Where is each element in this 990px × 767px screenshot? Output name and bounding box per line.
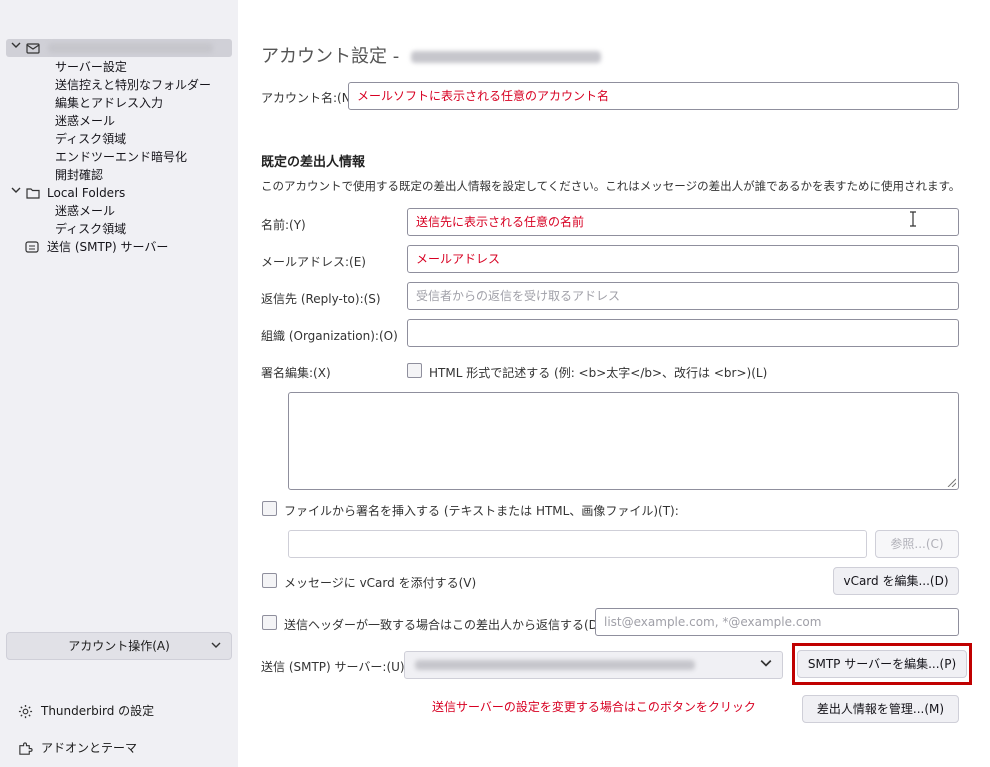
tree-item-junk[interactable]: 迷惑メール (55, 112, 115, 130)
signature-label: 署名編集:(X) (261, 366, 331, 380)
chevron-down-icon[interactable] (10, 184, 22, 202)
tree-item-label: 送信 (SMTP) サーバー (47, 240, 169, 254)
addons-link-label: アドオンとテーマ (41, 741, 138, 755)
chevron-down-icon (760, 657, 772, 672)
smtp-label: 送信 (SMTP) サーバー:(U) (261, 660, 405, 674)
puzzle-icon (19, 742, 33, 755)
page-title: アカウント設定 - (261, 42, 601, 68)
account-actions-button[interactable]: アカウント操作(A) (6, 632, 232, 660)
tree-item-server-settings[interactable]: サーバー設定 (55, 58, 127, 76)
signature-file-path-input[interactable] (288, 530, 867, 558)
organization-input[interactable] (407, 319, 959, 347)
replyto-input[interactable]: 受信者からの返信を受け取るアドレス (407, 282, 959, 310)
tree-item-label: ディスク領域 (55, 222, 127, 236)
addons-themes-link[interactable]: アドオンとテーマ (18, 738, 137, 758)
tree-item-copies-folders[interactable]: 送信控えと特別なフォルダー (55, 76, 211, 94)
account-email-redacted (410, 51, 601, 63)
signature-textarea[interactable] (288, 392, 959, 490)
file-signature-checkbox[interactable] (262, 501, 277, 516)
tree-item-label: サーバー設定 (55, 60, 127, 74)
tree-item-local-disk-space[interactable]: ディスク領域 (55, 220, 126, 238)
smtp-server-select[interactable] (404, 651, 783, 679)
tree-item-disk-space[interactable]: ディスク領域 (55, 130, 126, 148)
tree-smtp-row[interactable]: 送信 (SMTP) サーバー (0, 238, 238, 256)
tree-item-return-receipts[interactable]: 開封確認 (55, 166, 103, 184)
manage-identities-button[interactable]: 差出人情報を管理...(M) (802, 695, 959, 723)
tree-item-label: 迷惑メール (55, 204, 116, 218)
name-input[interactable]: 送信先に表示される任意の名前 (407, 208, 959, 236)
account-name-label: アカウント名:(N) (261, 91, 356, 105)
vcard-checkbox[interactable] (262, 573, 277, 588)
file-signature-label: ファイルから署名を挿入する (テキストまたは HTML、画像ファイル)(T): (284, 504, 679, 518)
mail-account-icon (26, 41, 40, 55)
chevron-down-icon (211, 633, 221, 659)
tree-item-label: ディスク領域 (55, 132, 127, 146)
identity-description: このアカウントで使用する既定の差出人情報を設定してください。これはメッセージの差… (261, 179, 961, 193)
account-name-redacted (48, 43, 213, 53)
tree-item-label: 編集とアドレス入力 (55, 96, 164, 110)
identity-heading: 既定の差出人情報 (261, 155, 366, 170)
account-actions-label: アカウント操作(A) (68, 639, 170, 653)
vcard-label: メッセージに vCard を添付する(V) (284, 576, 477, 590)
reply-from-input[interactable]: list@example.com, *@example.com (595, 608, 959, 636)
tree-item-label: 開封確認 (55, 168, 104, 182)
outgoing-server-icon (25, 240, 39, 254)
tree-item-label: 送信控えと特別なフォルダー (55, 78, 212, 92)
replyto-label: 返信先 (Reply-to):(S) (261, 292, 381, 306)
edit-vcard-button[interactable]: vCard を編集...(D) (833, 567, 959, 595)
tree-account-row[interactable] (6, 39, 232, 57)
tree-local-folders-row[interactable]: Local Folders (0, 184, 238, 202)
annotation-note: 送信サーバーの設定を変更する場合はこのボタンをクリック (432, 700, 756, 714)
account-settings-pane: アカウント設定 - アカウント名:(N) メールソフトに表示される任意のアカウン… (238, 0, 990, 767)
tree-item-composition[interactable]: 編集とアドレス入力 (55, 94, 163, 112)
text-cursor-icon (909, 211, 917, 231)
tree-item-label: 迷惑メール (55, 114, 116, 128)
account-name-input[interactable]: メールソフトに表示される任意のアカウント名 (348, 82, 959, 110)
account-sidebar: サーバー設定 送信控えと特別なフォルダー 編集とアドレス入力 迷惑メール ディス… (0, 0, 238, 767)
tree-item-local-junk[interactable]: 迷惑メール (55, 202, 115, 220)
page-title-text: アカウント設定 - (261, 46, 400, 67)
html-signature-checkbox[interactable] (407, 363, 422, 378)
chevron-down-icon[interactable] (10, 39, 22, 57)
gear-icon (18, 704, 33, 719)
settings-link-label: Thunderbird の設定 (41, 704, 155, 718)
tree-item-label: エンドツーエンド暗号化 (55, 150, 188, 164)
tree-item-e2e-encryption[interactable]: エンドツーエンド暗号化 (55, 148, 187, 166)
smtp-server-redacted (415, 660, 695, 670)
folder-icon (26, 186, 40, 200)
edit-smtp-server-button[interactable]: SMTP サーバーを編集...(P) (797, 650, 967, 678)
reply-from-checkbox[interactable] (262, 615, 277, 630)
email-input[interactable]: メールアドレス (407, 245, 959, 273)
organization-label: 組織 (Organization):(O) (261, 329, 398, 343)
resize-grip-icon[interactable] (946, 477, 956, 487)
browse-button[interactable]: 参照...(C) (875, 530, 959, 558)
thunderbird-settings-link[interactable]: Thunderbird の設定 (18, 701, 154, 721)
reply-from-label: 送信ヘッダーが一致する場合はこの差出人から返信する(D): (284, 618, 607, 632)
name-label: 名前:(Y) (261, 218, 306, 232)
html-signature-label: HTML 形式で記述する (例: <b>太字</b>、改行は <br>)(L) (429, 366, 768, 380)
tree-item-label: Local Folders (47, 186, 126, 200)
email-label: メールアドレス:(E) (261, 255, 366, 269)
